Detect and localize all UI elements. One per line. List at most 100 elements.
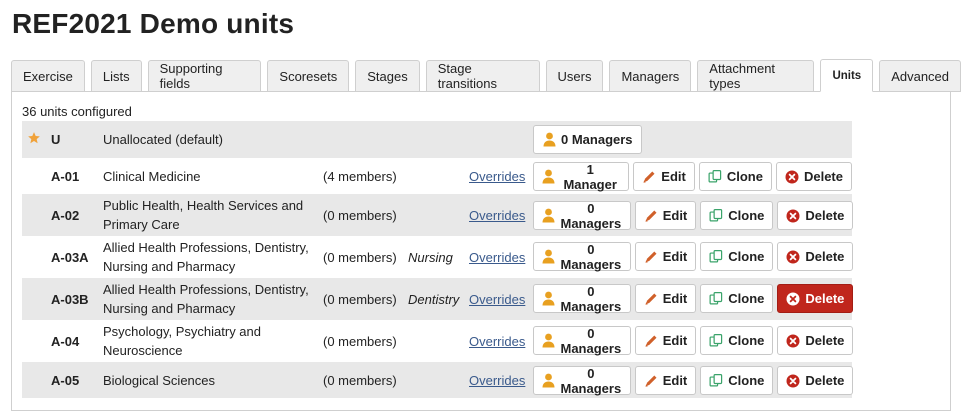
edit-button[interactable]: Edit: [634, 366, 697, 395]
unit-row: A-04 Psychology, Psychiatry and Neuroscie…: [22, 320, 854, 362]
delete-button[interactable]: Delete: [777, 284, 854, 313]
unit-code: A-01: [51, 168, 80, 184]
units-table: U Unallocated (default) 0 Managers A-01 Clin…: [22, 121, 854, 398]
managers-button[interactable]: 0 Managers: [533, 125, 642, 154]
managers-button[interactable]: 0 Managers: [533, 366, 631, 396]
managers-button[interactable]: 0 Managers: [533, 284, 631, 314]
tab-lists[interactable]: Lists: [90, 60, 142, 92]
delete-label: Delete: [805, 249, 845, 264]
edit-label: Edit: [662, 249, 688, 264]
tab-stages[interactable]: Stages: [355, 60, 420, 92]
unit-row: A-05 Biological Sciences (0 members) Overri…: [22, 362, 854, 398]
overrides-link[interactable]: Overrides: [469, 290, 525, 309]
unit-code: A-03B: [51, 291, 89, 307]
clone-label: Clone: [728, 208, 765, 223]
delete-label: Delete: [803, 169, 843, 184]
delete-label: Delete: [805, 291, 845, 306]
managers-button[interactable]: 0 Managers: [533, 201, 631, 231]
page-title: REF2021 Demo units: [12, 8, 295, 39]
clone-button[interactable]: Clone: [700, 201, 774, 230]
edit-button[interactable]: Edit: [634, 284, 697, 313]
overrides-link[interactable]: Overrides: [469, 167, 525, 186]
clone-label: Clone: [728, 333, 765, 348]
tab-advanced[interactable]: Advanced: [879, 60, 961, 92]
unit-name: Allied Health Professions, Dentistry, Nu…: [103, 240, 309, 274]
tab-supporting-fields[interactable]: Supporting fields: [147, 60, 262, 92]
clone-label: Clone: [726, 169, 763, 184]
unit-actions: 0 Managers Edit Clone Delete: [533, 241, 854, 272]
pencil-icon: [644, 292, 658, 306]
x-circle-icon: [786, 374, 800, 388]
unit-actions: 0 Managers: [533, 125, 642, 154]
tab-managers[interactable]: Managers: [609, 60, 692, 92]
unit-specialism: Dentistry: [408, 291, 460, 307]
managers-button[interactable]: 0 Managers: [533, 325, 631, 356]
delete-button[interactable]: Delete: [777, 242, 854, 271]
tab-stage-transitions[interactable]: Stage transitions: [425, 60, 540, 92]
unit-name: Allied Health Professions, Dentistry, Nu…: [103, 282, 309, 316]
managers-label: 0 Managers: [560, 325, 622, 356]
unit-members: (0 members): [323, 333, 397, 349]
unit-members: (0 members): [323, 372, 397, 388]
clone-button[interactable]: Clone: [698, 162, 772, 191]
unit-members: (0 members): [323, 291, 397, 307]
x-circle-icon: [786, 292, 800, 306]
clone-label: Clone: [728, 291, 765, 306]
clone-button[interactable]: Clone: [700, 284, 774, 313]
delete-label: Delete: [805, 333, 845, 348]
overrides-link[interactable]: Overrides: [469, 206, 525, 225]
edit-button[interactable]: Edit: [634, 201, 697, 230]
unit-row: A-03A Allied Health Professions, Dentistr…: [22, 236, 854, 278]
edit-button[interactable]: Edit: [634, 242, 697, 271]
delete-button[interactable]: Delete: [777, 201, 854, 230]
edit-label: Edit: [662, 373, 688, 388]
managers-button[interactable]: 0 Managers: [533, 241, 631, 272]
delete-button[interactable]: Delete: [775, 162, 852, 191]
unit-row: A-01 Clinical Medicine (4 members) Override…: [22, 158, 852, 194]
pencil-icon: [644, 250, 658, 264]
tab-scoresets[interactable]: Scoresets: [267, 60, 350, 92]
managers-button[interactable]: 1 Manager: [533, 161, 630, 192]
overrides-link[interactable]: Overrides: [469, 332, 525, 351]
tab-exercise[interactable]: Exercise: [11, 60, 85, 92]
edit-label: Edit: [662, 291, 688, 306]
unit-actions: 0 Managers Edit Clone Delete: [533, 284, 854, 314]
unit-code: A-04: [51, 333, 80, 349]
delete-button[interactable]: Delete: [777, 326, 854, 355]
clone-label: Clone: [728, 249, 765, 264]
clone-label: Clone: [728, 373, 765, 388]
edit-label: Edit: [662, 208, 688, 223]
unit-name: Psychology, Psychiatry and Neuroscience: [103, 324, 261, 358]
tab-units[interactable]: Units: [820, 59, 874, 92]
delete-label: Delete: [805, 208, 845, 223]
clone-button[interactable]: Clone: [700, 366, 774, 395]
unit-code: A-02: [51, 207, 80, 223]
user-icon: [542, 291, 555, 306]
edit-label: Edit: [661, 169, 686, 184]
user-icon: [542, 208, 555, 223]
unit-actions: 0 Managers Edit Clone Delete: [533, 201, 854, 231]
tab-bar: Exercise Lists Supporting fields Scoresets S…: [11, 59, 961, 92]
clone-button[interactable]: Clone: [700, 326, 774, 355]
copy-icon: [709, 209, 723, 223]
x-circle-icon: [786, 334, 800, 348]
edit-button[interactable]: Edit: [634, 326, 697, 355]
pencil-icon: [642, 170, 656, 184]
managers-label: 0 Managers: [560, 241, 622, 272]
x-circle-icon: [786, 250, 800, 264]
unit-members: (0 members): [323, 207, 397, 223]
clone-button[interactable]: Clone: [700, 242, 774, 271]
tab-attachment-types[interactable]: Attachment types: [697, 60, 815, 92]
user-icon: [542, 132, 556, 147]
user-icon: [542, 249, 555, 264]
overrides-link[interactable]: Overrides: [469, 371, 525, 390]
unit-code: A-03A: [51, 249, 89, 265]
delete-button[interactable]: Delete: [777, 366, 854, 395]
copy-icon: [709, 374, 723, 388]
edit-button[interactable]: Edit: [633, 162, 695, 191]
x-circle-icon: [786, 209, 800, 223]
tab-users[interactable]: Users: [545, 60, 604, 92]
units-count: 36 units configured: [22, 104, 132, 119]
overrides-link[interactable]: Overrides: [469, 248, 525, 267]
managers-label: 1 Manager: [563, 161, 617, 192]
